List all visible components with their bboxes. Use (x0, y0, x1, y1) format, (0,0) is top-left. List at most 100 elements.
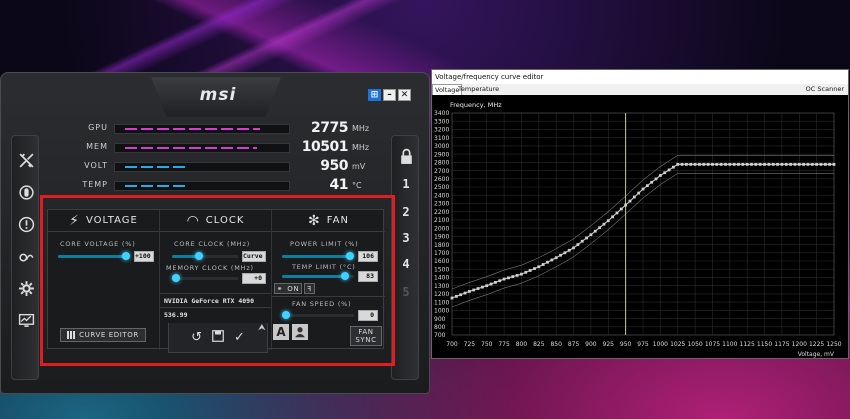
vf-curve-point (732, 162, 736, 166)
vf-curve-point (502, 277, 506, 281)
windows-icon[interactable]: ⊞ (368, 89, 381, 101)
vf-curve-point (706, 162, 710, 166)
curve-editor-title: Voltage/frequency curve editor (432, 70, 848, 84)
monitor-row-temp: TEMP 41 °C (48, 177, 380, 195)
curve-editor-window: Voltage/frequency curve editor Voltage T… (431, 69, 849, 359)
vf-curve-point (689, 162, 693, 166)
hardware-monitor: GPU 2775 MHz MEM 10501 MHz VOLT 950 mV T… (48, 120, 380, 196)
x-tick-label: 850 (550, 341, 562, 348)
x-tick-label: 1150 (757, 341, 772, 348)
vf-curve-point (771, 162, 775, 166)
y-tick-label: 1800 (434, 242, 449, 249)
y-tick-label: 2300 (434, 201, 449, 208)
vf-curve-point (745, 162, 749, 166)
power-icon[interactable] (12, 182, 40, 202)
vf-curve-point (641, 187, 645, 191)
y-tick-label: 2000 (434, 225, 449, 232)
vf-curve-point (546, 260, 549, 264)
vf-curve-point (763, 162, 766, 166)
monitor-row-mem: MEM 10501 MHz (48, 139, 380, 157)
vf-curve-point (528, 269, 532, 272)
highlight-frame (40, 195, 395, 366)
vf-curve-point (815, 162, 819, 166)
monitor-icon[interactable] (12, 310, 40, 330)
vf-curve-point (789, 162, 792, 166)
vf-curve-point (724, 162, 727, 166)
y-tick-label: 2600 (434, 176, 449, 183)
x-tick-label: 1100 (722, 341, 737, 348)
y-tick-label: 2400 (434, 192, 449, 199)
vf-curve-point (593, 229, 597, 233)
profile-1[interactable]: 1 (392, 174, 420, 194)
profile-5[interactable]: 5 (392, 282, 420, 302)
monitor-unit: °C (352, 181, 362, 190)
close-button[interactable]: ✕ (398, 89, 411, 101)
vf-curve-point (511, 275, 515, 279)
monitor-label: TEMP (82, 180, 108, 189)
y-tick-label: 1900 (434, 234, 449, 241)
y-tick-label: 800 (434, 324, 446, 331)
vf-curve-point (485, 284, 489, 288)
monitor-bar (114, 143, 290, 153)
y-tick-label: 700 (434, 332, 446, 339)
monitor-row-gpu: GPU 2775 MHz (48, 120, 380, 138)
vf-curve-point (563, 251, 567, 255)
oc-scanner-icon[interactable] (12, 246, 40, 266)
vf-curve-point (797, 162, 801, 166)
vf-curve-point (537, 265, 541, 269)
vf-curve-point (654, 177, 658, 181)
minimize-button[interactable]: – (383, 89, 396, 101)
vf-curve-point (628, 199, 632, 203)
profile-3[interactable]: 3 (392, 228, 420, 248)
tab-temperature[interactable]: Temperature (456, 84, 501, 95)
y-tick-label: 2500 (434, 184, 449, 191)
profile-4[interactable]: 4 (392, 254, 420, 274)
vf-curve-point (671, 165, 675, 169)
monitor-value: 2775 (311, 120, 348, 136)
left-toolbar (11, 135, 39, 380)
x-tick-label: 1125 (740, 341, 755, 348)
lock-icon[interactable] (392, 146, 420, 166)
vf-curve-point (806, 162, 810, 166)
vf-curve-point (580, 239, 584, 243)
vf-curve-point (637, 191, 641, 195)
vf-curve-point (476, 287, 480, 290)
vf-curve-point (780, 162, 784, 166)
vf-curve-point (507, 276, 510, 280)
profile-2[interactable]: 2 (392, 202, 420, 222)
vf-curve-point (533, 267, 536, 271)
vf-curve-point (776, 162, 779, 166)
afterburner-icon[interactable] (12, 150, 40, 170)
vf-curve-point (559, 253, 562, 257)
vf-curve-point (828, 162, 832, 166)
y-tick-label: 1600 (434, 258, 449, 265)
vf-curve-point (667, 168, 671, 172)
vf-curve-point (663, 171, 667, 175)
x-axis-label: Voltage, mV (798, 351, 835, 358)
monitor-value: 10501 (301, 139, 349, 155)
vf-curve-point (711, 162, 714, 166)
monitor-bar (114, 124, 290, 134)
x-tick-label: 800 (516, 341, 528, 348)
x-tick-label: 900 (585, 341, 597, 348)
monitor-unit: MHz (352, 124, 370, 133)
info-icon[interactable] (12, 214, 40, 234)
monitor-value: 41 (329, 177, 349, 193)
window-controls: ⊞ – ✕ (368, 89, 411, 101)
monitor-bar (114, 162, 290, 172)
vf-curve-point (693, 162, 697, 166)
monitor-unit: MHz (352, 143, 370, 152)
x-tick-label: 875 (568, 341, 580, 348)
x-tick-label: 825 (533, 341, 545, 348)
settings-icon[interactable] (12, 278, 40, 298)
vf-curve-chart[interactable]: Frequency, MHz70080090010001100120013001… (432, 95, 850, 360)
vf-curve-point (520, 272, 523, 276)
vf-curve-point (467, 290, 471, 293)
vf-curve-point (606, 219, 610, 223)
y-tick-label: 1700 (434, 250, 449, 257)
monitor-label: MEM (86, 142, 108, 151)
x-tick-label: 1200 (792, 341, 807, 348)
oc-scanner-link[interactable]: OC Scanner (806, 84, 844, 95)
x-tick-label: 750 (481, 341, 493, 348)
y-tick-label: 1500 (434, 266, 449, 273)
